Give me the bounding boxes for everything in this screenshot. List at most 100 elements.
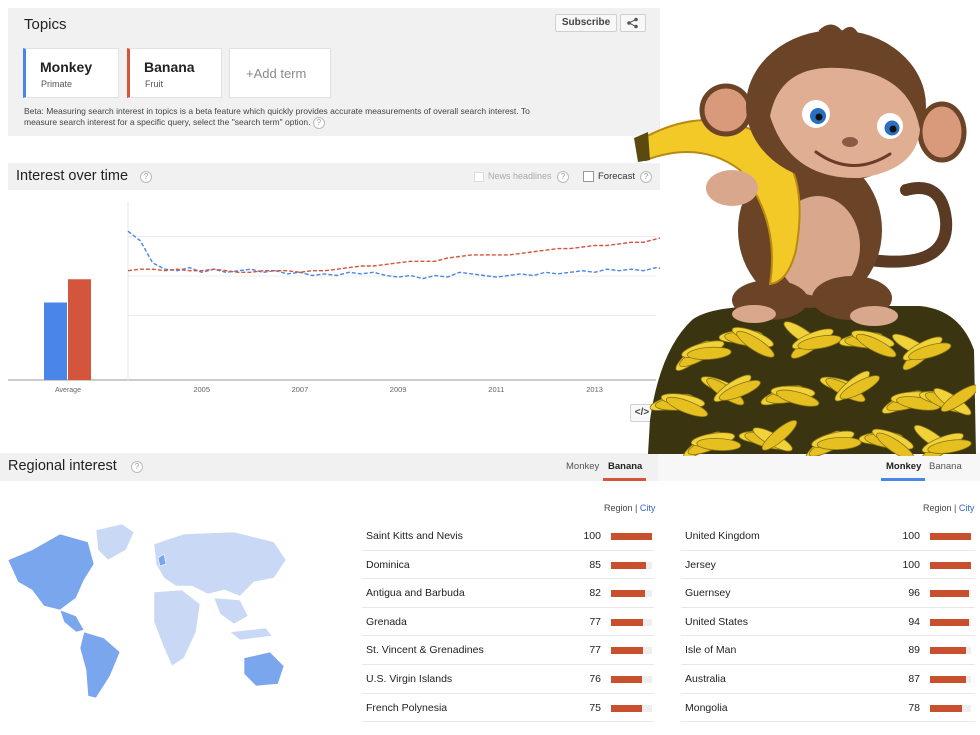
region-bar-fill <box>930 704 962 712</box>
term-subtitle: Primate <box>41 79 73 89</box>
region-row[interactable]: Jersey 100 <box>681 551 975 580</box>
region-name: Australia <box>685 672 726 685</box>
help-icon[interactable]: ? <box>312 117 325 129</box>
series-line-banana <box>127 237 660 274</box>
region-row[interactable]: Guernsey 96 <box>681 579 975 608</box>
term-card-monkey[interactable]: Monkey Primate <box>23 48 119 98</box>
x-tick-label: 2013 <box>586 385 603 394</box>
forecast-checkbox[interactable] <box>583 171 594 182</box>
region-bar-track <box>930 533 971 540</box>
region-value: 85 <box>589 558 601 571</box>
region-bar-track <box>930 590 971 598</box>
tab-monkey[interactable]: Monkey <box>886 461 921 472</box>
region-value: 100 <box>902 530 920 542</box>
subscribe-button[interactable]: Subscribe <box>555 14 617 32</box>
region-bar-fill <box>611 647 643 655</box>
region-row[interactable]: St. Vincent & Grenadines 77 <box>362 636 654 665</box>
map-europe-asia <box>153 531 287 597</box>
region-value: 94 <box>908 615 920 628</box>
map-south-america <box>79 631 121 699</box>
add-term-button[interactable]: +Add term <box>229 48 331 98</box>
region-bar-fill <box>930 618 969 626</box>
map-south-asia <box>213 597 249 625</box>
topics-panel: Topics Subscribe Monkey Primate Banana F… <box>8 8 660 136</box>
news-headlines-checkbox[interactable] <box>474 172 484 182</box>
monkey-ear <box>917 101 967 163</box>
average-bars: Average <box>44 279 91 394</box>
topics-title: Topics <box>24 16 67 33</box>
help-icon[interactable]: ? <box>140 171 152 183</box>
region-name: Jersey <box>685 558 716 571</box>
add-term-label: +Add term <box>246 66 307 81</box>
term-subtitle: Fruit <box>145 79 163 89</box>
chart-grid <box>8 202 656 381</box>
monkey-foot <box>850 306 898 326</box>
region-value: 76 <box>589 672 601 685</box>
region-row[interactable]: Mongolia 78 <box>681 694 975 723</box>
region-bar-fill <box>611 704 642 712</box>
region-bar-track <box>611 561 652 569</box>
beta-note-text: Beta: Measuring search interest in topic… <box>24 106 530 127</box>
region-bar-fill <box>611 590 645 598</box>
region-link[interactable]: Region <box>923 503 952 513</box>
beta-note: Beta: Measuring search interest in topic… <box>24 106 544 129</box>
series-line-monkey <box>127 230 660 280</box>
tab-banana[interactable]: Banana <box>608 461 642 472</box>
map-indonesia <box>229 627 273 641</box>
monkey-region-list: United Kingdom 100 Jersey 100 Guernsey 96 Unit… <box>681 522 975 723</box>
help-icon[interactable]: ? <box>131 461 143 473</box>
city-link[interactable]: City <box>959 503 975 513</box>
region-bar-track <box>930 647 971 655</box>
region-bar-track <box>611 533 652 540</box>
monkey-pupil <box>889 125 897 133</box>
region-row[interactable]: Grenada 77 <box>362 608 654 637</box>
region-bar-track <box>930 561 971 569</box>
world-map[interactable] <box>4 520 294 705</box>
help-icon[interactable]: ? <box>557 171 569 183</box>
region-value: 96 <box>908 587 920 600</box>
held-banana-tip <box>634 132 650 162</box>
map-north-america <box>7 533 95 611</box>
region-bar-track <box>611 647 652 655</box>
region-value: 89 <box>908 644 920 657</box>
region-bar-fill <box>611 618 643 626</box>
x-tick-label: 2005 <box>193 385 210 394</box>
region-city-toggle: Region | City <box>923 503 975 513</box>
region-row[interactable]: U.S. Virgin Islands 76 <box>362 665 654 694</box>
region-link[interactable]: Region <box>604 503 633 513</box>
active-tab-indicator <box>603 478 646 481</box>
x-tick-labels: 2005 2007 2009 2011 2013 <box>193 385 603 394</box>
term-card-banana[interactable]: Banana Fruit <box>127 48 222 98</box>
region-row[interactable]: Dominica 85 <box>362 551 654 580</box>
region-name: Antigua and Barbuda <box>366 587 465 600</box>
region-bar-fill <box>611 533 652 540</box>
region-row[interactable]: Antigua and Barbuda 82 <box>362 579 654 608</box>
chart-lines <box>127 230 660 280</box>
region-row[interactable]: Isle of Man 89 <box>681 636 975 665</box>
tab-banana[interactable]: Banana <box>929 461 962 472</box>
news-headlines-label: News headlines <box>488 171 552 181</box>
average-label: Average <box>55 387 81 394</box>
average-bar-monkey <box>44 302 67 380</box>
region-row[interactable]: United States 94 <box>681 608 975 637</box>
region-row[interactable]: United Kingdom 100 <box>681 522 975 551</box>
region-city-toggle: Region | City <box>604 503 656 513</box>
region-row[interactable]: Australia 87 <box>681 665 975 694</box>
region-bar-track <box>930 618 971 626</box>
region-row[interactable]: Saint Kitts and Nevis 100 <box>362 522 654 551</box>
region-value: 75 <box>589 701 601 714</box>
region-name: Isle of Man <box>685 644 737 657</box>
region-name: United States <box>685 615 749 628</box>
region-row[interactable]: French Polynesia 75 <box>362 694 654 723</box>
region-bar-fill <box>930 533 971 540</box>
regional-interest-header-right: Monkey Banana <box>658 453 980 481</box>
interest-over-time-title: Interest over time <box>16 168 129 184</box>
region-name: Guernsey <box>685 587 731 600</box>
region-bar-track <box>611 590 652 598</box>
tab-monkey[interactable]: Monkey <box>566 461 599 472</box>
map-africa <box>153 589 201 667</box>
monkey-ear <box>699 83 753 137</box>
region-name: U.S. Virgin Islands <box>366 672 453 685</box>
city-link[interactable]: City <box>640 503 656 513</box>
regional-interest-header: Regional interest ? Monkey Banana <box>0 453 658 481</box>
